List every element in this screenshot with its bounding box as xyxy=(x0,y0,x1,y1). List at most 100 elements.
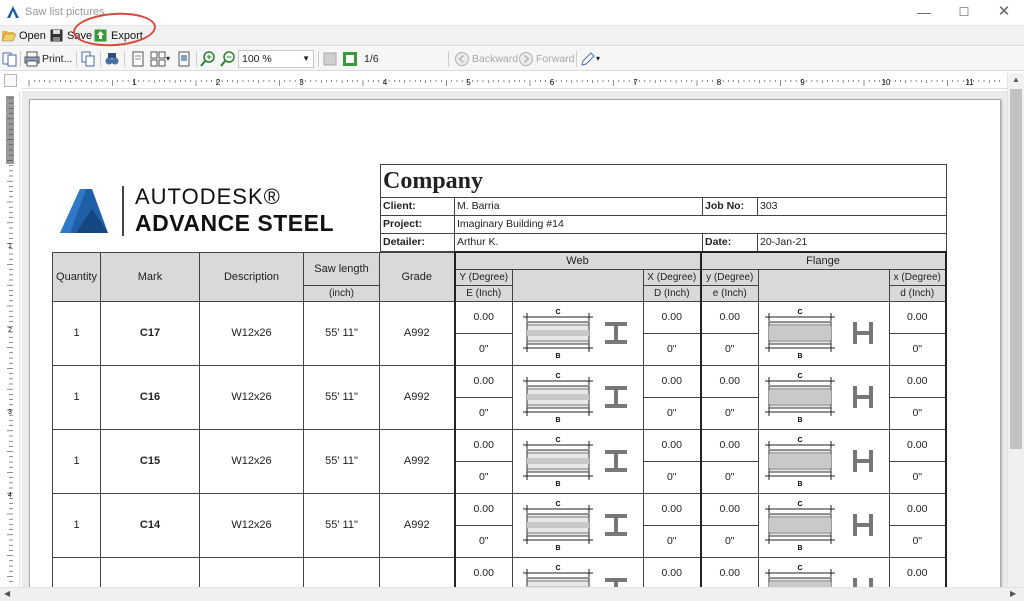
close-button[interactable]: ✕ xyxy=(984,0,1024,24)
col-flange-y: y (Degree) xyxy=(699,268,759,286)
flange-cut-figure: CB xyxy=(758,364,890,430)
web-d-cell: 0" xyxy=(643,396,701,430)
scroll-right-icon[interactable]: ▶ xyxy=(1010,589,1016,598)
minimize-button[interactable]: — xyxy=(904,0,944,24)
flange-y-cell: 0.00 xyxy=(699,556,759,587)
title-bar: Saw list pictures — ☐ ✕ xyxy=(0,0,1024,26)
col-flange-d: d (Inch) xyxy=(889,284,947,302)
date-label: Date: xyxy=(705,236,732,248)
header-row-client: Client: M. Barria Job No: 303 xyxy=(381,198,946,216)
zoom-select[interactable]: 100 % ▼ xyxy=(238,50,314,68)
web-y-cell: 0.00 xyxy=(453,300,513,334)
scroll-left-icon[interactable]: ◀ xyxy=(4,589,10,598)
page-setup-icon[interactable] xyxy=(176,51,192,67)
flange-x-cell: 0.00 xyxy=(889,492,947,526)
flange-e-cell: 0" xyxy=(699,396,759,430)
col-web-d: D (Inch) xyxy=(643,284,701,302)
ruler-label: 7 xyxy=(633,78,638,87)
find-icon[interactable] xyxy=(104,51,120,67)
web-e-cell: 0" xyxy=(453,460,513,494)
scroll-up-icon[interactable]: ▲ xyxy=(1012,75,1020,84)
ruler-label: 3 xyxy=(299,78,304,87)
report-viewport[interactable]: AUTODESK® ADVANCE STEEL Company Client: … xyxy=(22,91,1007,587)
col-flange-x: x (Degree) xyxy=(889,268,947,286)
grade-cell: A992 xyxy=(379,428,455,494)
zoom-in-icon[interactable] xyxy=(200,51,216,67)
web-x-cell: 0.00 xyxy=(643,300,701,334)
horizontal-ruler: 1 2 3 4 5 6 7 8 9 10 11 xyxy=(22,73,1007,89)
web-e-cell: 0" xyxy=(453,396,513,430)
svg-text:B: B xyxy=(797,481,802,488)
export-icon xyxy=(94,29,107,42)
grade-cell xyxy=(379,556,455,587)
table-row: 1 C16 W12x26 55' 11" A992 0.00 C B 0.00 0.00 C B 0.0… xyxy=(52,364,947,430)
forward-button[interactable]: Forward xyxy=(536,51,575,67)
web-beam-diagram: CB xyxy=(523,437,627,488)
quantity-cell: 1 xyxy=(52,492,101,558)
saw-length-cell: 55' 11" xyxy=(303,492,380,558)
flange-beam-diagram: CB xyxy=(765,565,873,587)
zoom-value: 100 % xyxy=(242,53,272,65)
scroll-thumb[interactable] xyxy=(1010,89,1022,449)
mark-cell: C14 xyxy=(100,492,200,558)
zoom-out-icon[interactable] xyxy=(220,51,236,67)
table-row: 1 C15 W12x26 55' 11" A992 0.00 C B 0.00 0.00 C B 0.0… xyxy=(52,428,947,494)
svg-text:C: C xyxy=(797,565,802,572)
description-cell: W12x26 xyxy=(199,428,304,494)
vertical-scrollbar[interactable]: ▲ xyxy=(1007,73,1024,587)
web-e-cell: 0" xyxy=(453,332,513,366)
header-block: Company Client: M. Barria Job No: 303 Pr… xyxy=(380,164,947,252)
print-button[interactable]: Print... xyxy=(42,51,72,67)
save-label: Save xyxy=(67,30,93,42)
job-label: Job No: xyxy=(705,200,745,212)
table-row: 0.00CB0.000.00CB0.00 xyxy=(52,556,947,587)
open-label: Open xyxy=(19,30,46,42)
export-button[interactable]: Export xyxy=(94,28,143,44)
app-logo-icon xyxy=(7,6,19,18)
web-cut-figure: CB xyxy=(512,364,644,430)
export-label: Export xyxy=(111,30,143,42)
maximize-button[interactable]: ☐ xyxy=(944,0,984,24)
web-cut-figure: CB xyxy=(512,492,644,558)
floppy-disk-icon xyxy=(50,29,63,42)
first-page-icon[interactable] xyxy=(322,51,338,67)
ruler-label: 4 xyxy=(8,492,12,499)
ruler-label: 2 xyxy=(8,327,12,334)
single-page-icon[interactable] xyxy=(130,51,146,67)
date-value: 20-Jan-21 xyxy=(760,236,808,248)
mark-cell: C16 xyxy=(100,364,200,430)
autodesk-a-icon xyxy=(60,189,108,233)
ruler-label: 4 xyxy=(383,78,388,87)
project-label: Project: xyxy=(383,218,423,230)
chevron-down-icon[interactable]: ▾ xyxy=(166,51,170,67)
open-button[interactable]: Open xyxy=(2,28,46,44)
web-cut-figure: CB xyxy=(512,556,644,587)
description-cell: W12x26 xyxy=(199,300,304,366)
client-label: Client: xyxy=(383,200,416,212)
svg-text:C: C xyxy=(555,437,560,444)
web-d-cell: 0" xyxy=(643,332,701,366)
web-beam-diagram: CB xyxy=(523,373,627,424)
svg-text:C: C xyxy=(797,501,802,508)
multi-page-icon[interactable] xyxy=(150,51,166,67)
grade-cell: A992 xyxy=(379,492,455,558)
next-page-icon[interactable] xyxy=(342,51,358,67)
chevron-down-icon[interactable]: ▾ xyxy=(596,51,600,67)
saw-length-cell: 55' 11" xyxy=(303,300,380,366)
save-button[interactable]: Save xyxy=(50,28,92,44)
copy-icon[interactable] xyxy=(80,51,96,67)
web-x-cell: 0.00 xyxy=(643,492,701,526)
ruler-label: 10 xyxy=(882,78,891,87)
web-y-cell: 0.00 xyxy=(453,364,513,398)
edit-page-icon[interactable] xyxy=(580,51,596,67)
web-y-cell: 0.00 xyxy=(453,428,513,462)
flange-y-cell: 0.00 xyxy=(699,364,759,398)
horizontal-scrollbar[interactable]: ◀ ▶ xyxy=(0,587,1024,601)
col-flange: Flange xyxy=(699,251,947,270)
pages-icon[interactable] xyxy=(2,51,18,67)
flange-beam-diagram: CB xyxy=(765,437,873,488)
web-cut-figure: CB xyxy=(512,300,644,366)
flange-cut-figure: CB xyxy=(758,300,890,366)
col-web-e: E (Inch) xyxy=(453,284,513,302)
backward-button[interactable]: Backward xyxy=(472,51,518,67)
